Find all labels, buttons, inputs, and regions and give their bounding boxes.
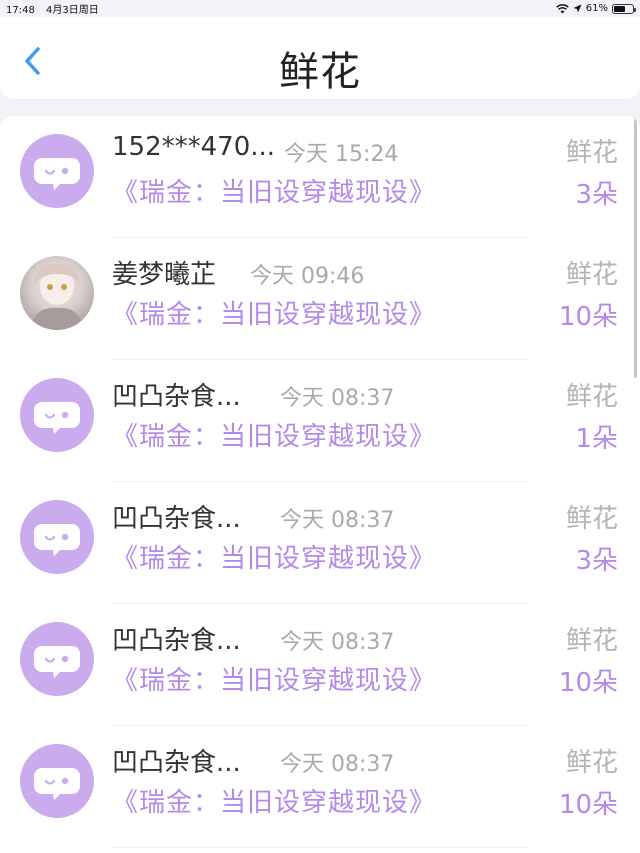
status-right: 61% xyxy=(555,3,636,14)
divider xyxy=(112,847,528,848)
sender-name: 152***470... xyxy=(112,132,276,162)
gift-quantity: 3朵 xyxy=(575,546,618,576)
gift-time: 今天 08:37 xyxy=(280,752,395,777)
book-title-link[interactable]: 《瑞金：当旧设穿越现设》 xyxy=(112,416,436,453)
book-title-link[interactable]: 《瑞金：当旧设穿越现设》 xyxy=(112,538,436,575)
gift-quantity: 10朵 xyxy=(558,668,618,698)
avatar[interactable] xyxy=(20,500,94,574)
gift-type: 鲜花 xyxy=(565,748,618,778)
status-time: 17:48 xyxy=(6,5,35,16)
book-title-link[interactable]: 《瑞金：当旧设穿越现设》 xyxy=(112,660,436,697)
gift-time: 今天 08:37 xyxy=(280,386,395,411)
gift-type: 鲜花 xyxy=(565,382,618,412)
gift-quantity: 10朵 xyxy=(558,302,618,332)
gift-type: 鲜花 xyxy=(565,260,618,290)
list-item[interactable]: 152***470... 今天 15:24 鲜花《瑞金：当旧设穿越现设》 3朵 xyxy=(0,116,640,238)
sender-name: 凹凸杂食... xyxy=(112,504,241,534)
sender-name: 凹凸杂食... xyxy=(112,382,241,412)
battery-icon xyxy=(612,3,636,14)
gift-time: 今天 08:37 xyxy=(280,508,395,533)
status-bar: 17:48 4月3日周日 61% xyxy=(0,0,640,17)
nav-bar: 鲜花 xyxy=(0,17,640,99)
user-photo-icon xyxy=(30,263,84,330)
list-item[interactable]: 凹凸杂食... 今天 08:37 鲜花《瑞金：当旧设穿越现设》 10朵 xyxy=(0,604,640,726)
book-title-link[interactable]: 《瑞金：当旧设穿越现设》 xyxy=(112,172,436,209)
battery-percent: 61% xyxy=(585,3,608,14)
gift-time: 今天 09:46 xyxy=(250,264,365,289)
chat-bubble-icon xyxy=(34,646,80,678)
sender-name: 姜梦曦芷 xyxy=(112,260,217,290)
avatar[interactable] xyxy=(20,378,94,452)
location-icon xyxy=(573,4,582,13)
gift-list[interactable]: 152***470... 今天 15:24 鲜花 《瑞金：当旧设穿越现设》 3朵 姜梦曦芷… xyxy=(0,116,640,853)
avatar[interactable] xyxy=(20,256,94,330)
list-item[interactable]: 凹凸杂食... 今天 08:37 鲜花《瑞金：当旧设穿越现设》 10朵 xyxy=(0,726,640,848)
gift-type: 鲜花 xyxy=(565,138,618,168)
avatar[interactable] xyxy=(20,744,94,818)
list-item[interactable]: 姜梦曦芷 今天 09:46 鲜花《瑞金：当旧设穿越现设》 10朵 xyxy=(0,238,640,360)
battery-level xyxy=(614,5,625,12)
page-title: 鲜花 xyxy=(279,49,361,95)
avatar[interactable] xyxy=(20,134,94,208)
status-date: 4月3日周日 xyxy=(46,5,99,16)
gift-quantity: 1朵 xyxy=(575,424,618,454)
chat-bubble-icon xyxy=(34,402,80,434)
gift-time: 今天 15:24 xyxy=(284,142,399,167)
list-item[interactable]: 凹凸杂食... 今天 08:37 鲜花《瑞金：当旧设穿越现设》 1朵 xyxy=(0,360,640,482)
sender-name: 凹凸杂食... xyxy=(112,748,241,778)
gift-quantity: 10朵 xyxy=(558,790,618,820)
list-item[interactable]: 凹凸杂食... 今天 08:37 鲜花《瑞金：当旧设穿越现设》 3朵 xyxy=(0,482,640,604)
book-title-link[interactable]: 《瑞金：当旧设穿越现设》 xyxy=(112,782,436,819)
wifi-icon xyxy=(555,3,569,13)
chat-bubble-icon xyxy=(34,524,80,556)
gift-type: 鲜花 xyxy=(565,504,618,534)
book-title-link[interactable]: 《瑞金：当旧设穿越现设》 xyxy=(112,294,436,331)
gift-time: 今天 08:37 xyxy=(280,630,395,655)
avatar[interactable] xyxy=(20,622,94,696)
chat-bubble-icon xyxy=(34,768,80,800)
gift-quantity: 3朵 xyxy=(575,180,618,210)
status-left: 17:48 4月3日周日 xyxy=(6,1,107,16)
sender-name: 凹凸杂食... xyxy=(112,626,241,656)
gift-type: 鲜花 xyxy=(565,626,618,656)
chat-bubble-icon xyxy=(34,158,80,190)
